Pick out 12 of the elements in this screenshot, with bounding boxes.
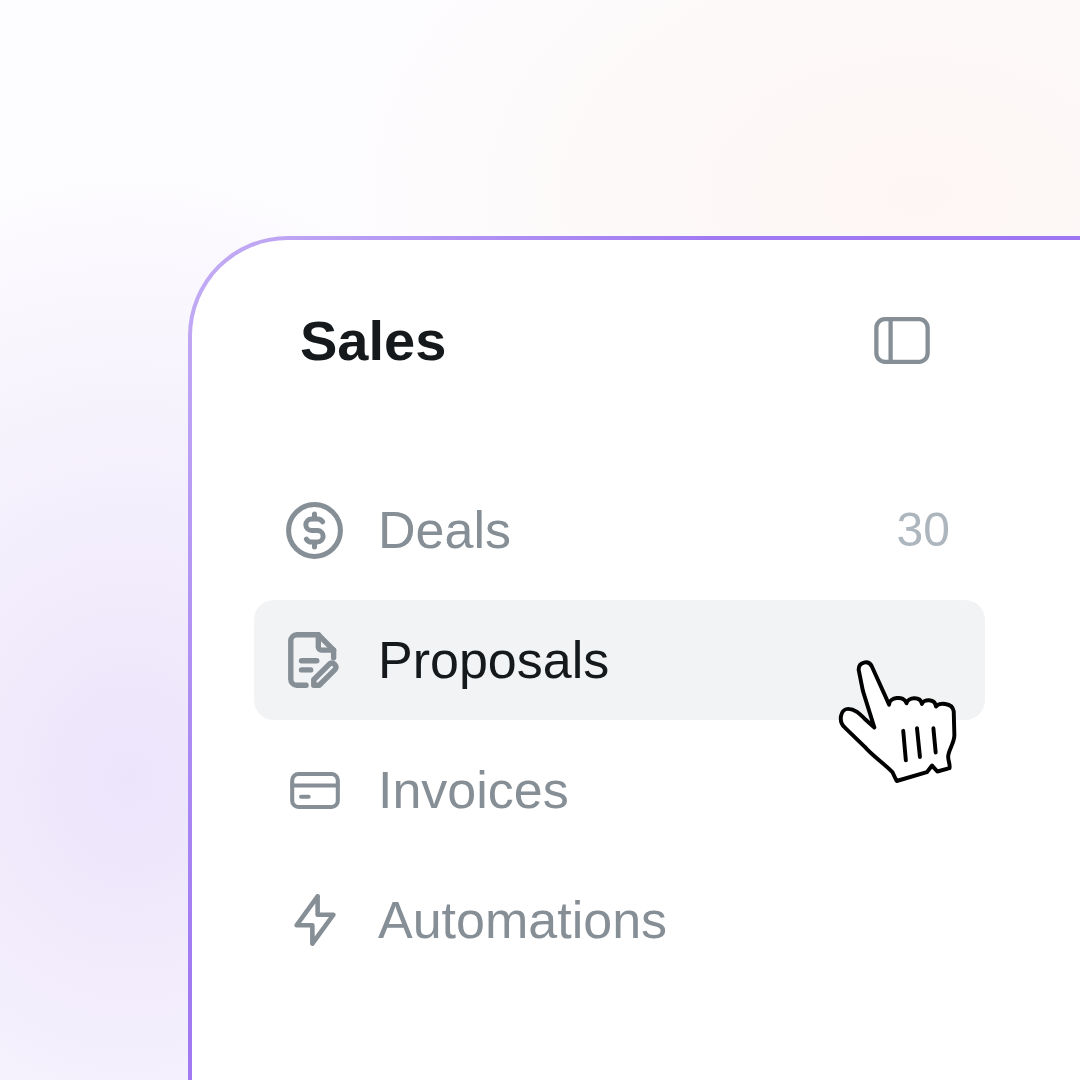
sidebar-title: Sales [300,308,447,374]
lightning-bolt-icon [291,894,338,946]
document-pencil-icon [288,632,341,688]
sidebar-item[interactable]: Proposals [254,600,985,720]
dollar-circle-icon [286,501,343,559]
sidebar-item[interactable]: Deals 30 [254,470,985,590]
sidebar-item[interactable]: Automations [254,860,985,980]
item-count: 30 [896,502,950,559]
sidebar-item[interactable]: Invoices [254,730,985,850]
sidebar-toggle-icon[interactable] [874,317,930,364]
credit-card-icon [289,771,340,809]
hand-cursor-icon [837,657,957,785]
